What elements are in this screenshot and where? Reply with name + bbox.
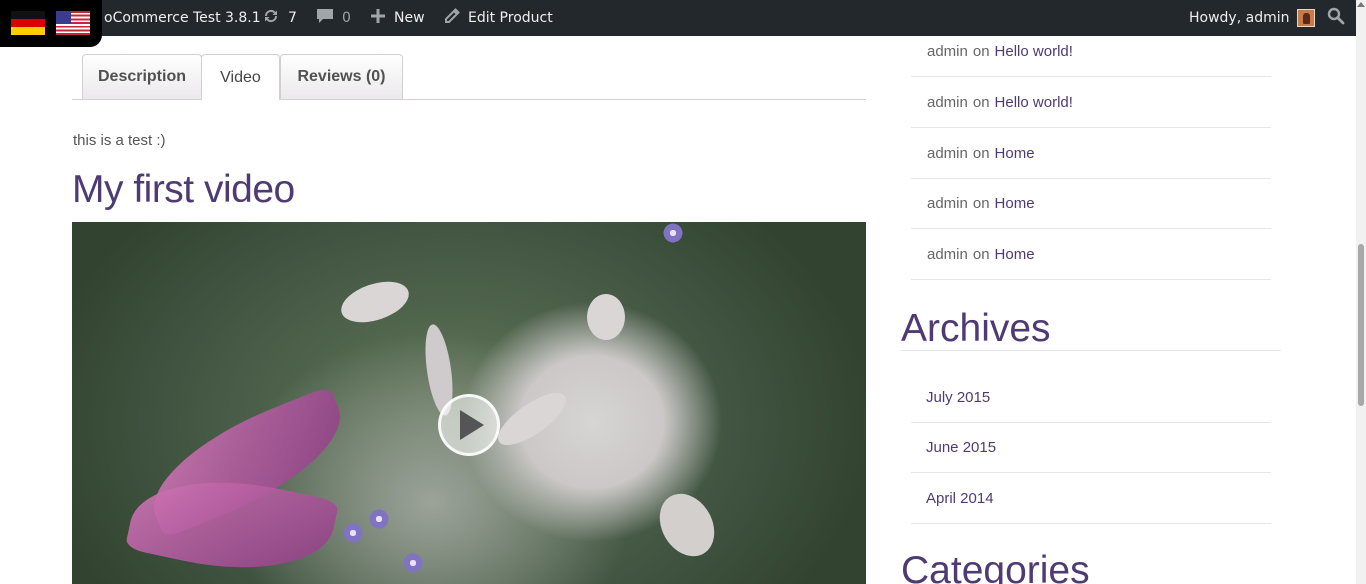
german-flag-icon[interactable] xyxy=(11,11,45,35)
new-content-link[interactable]: New xyxy=(370,0,425,36)
language-switcher xyxy=(0,0,102,47)
comment-author: admin xyxy=(927,42,968,60)
comment-post-link[interactable]: Hello world! xyxy=(995,94,1073,111)
comment-icon xyxy=(316,8,334,28)
archive-link-june-2015[interactable]: June 2015 xyxy=(911,422,1271,473)
archives-title: Archives xyxy=(901,307,1051,350)
new-label: New xyxy=(394,10,425,26)
archive-link-july-2015[interactable]: July 2015 xyxy=(911,372,1271,423)
us-flag-icon[interactable] xyxy=(56,11,90,35)
comment-on: on xyxy=(972,144,990,162)
comment-post-link[interactable]: Home xyxy=(995,246,1035,263)
video-player[interactable] xyxy=(72,222,866,584)
pencil-icon xyxy=(444,8,460,28)
comment-post-link[interactable]: Home xyxy=(995,145,1035,162)
categories-title: Categories xyxy=(901,549,1090,584)
video-title: My first video xyxy=(72,168,295,211)
list-item: admin on Hello world! xyxy=(911,26,1271,77)
comment-post-link[interactable]: Hello world! xyxy=(995,43,1073,60)
comment-on: on xyxy=(972,93,990,111)
tab-reviews-label: Reviews (0) xyxy=(297,68,386,85)
edit-product-link[interactable]: Edit Product xyxy=(444,0,553,36)
list-item: admin on Hello world! xyxy=(911,77,1271,128)
updates-link[interactable]: 7 xyxy=(262,0,297,36)
howdy-label: Howdy, admin xyxy=(1189,10,1290,26)
comment-on: on xyxy=(972,42,990,60)
comment-author: admin xyxy=(927,245,968,263)
avatar xyxy=(1297,9,1316,27)
comment-author: admin xyxy=(927,144,968,162)
list-item: admin on Home xyxy=(911,128,1271,179)
archive-link-april-2014[interactable]: April 2014 xyxy=(911,473,1271,524)
tab-reviews[interactable]: Reviews (0) xyxy=(280,54,403,99)
site-name-link[interactable]: oCommerce Test 3.8.1 xyxy=(104,0,261,36)
edit-product-label: Edit Product xyxy=(468,10,553,26)
list-item: admin on Home xyxy=(911,178,1271,229)
refresh-icon xyxy=(262,8,280,28)
comment-on: on xyxy=(972,245,990,263)
comment-author: admin xyxy=(927,93,968,111)
updates-count: 7 xyxy=(288,10,297,26)
tab-description-label: Description xyxy=(97,68,186,85)
tab-video[interactable]: Video xyxy=(201,54,280,100)
comment-post-link[interactable]: Home xyxy=(995,195,1035,212)
comments-link[interactable]: 0 xyxy=(316,0,351,36)
archives-title-divider xyxy=(901,350,1281,351)
tab-description[interactable]: Description xyxy=(82,54,202,99)
page-scrollbar[interactable] xyxy=(1356,0,1366,584)
list-item: admin on Home xyxy=(911,229,1271,280)
comment-author: admin xyxy=(927,194,968,212)
search-icon xyxy=(1327,7,1345,29)
scroll-up-arrow-icon[interactable] xyxy=(1357,2,1365,7)
play-icon xyxy=(460,410,484,440)
product-tabs: Description Video Reviews (0) xyxy=(72,54,866,100)
scrollbar-thumb[interactable] xyxy=(1358,244,1364,406)
tab-video-label: Video xyxy=(220,68,261,86)
comment-on: on xyxy=(972,194,990,212)
play-button[interactable] xyxy=(438,394,500,456)
admin-search-button[interactable] xyxy=(1327,0,1345,36)
tab-content-text: this is a test :) xyxy=(73,132,166,149)
comments-count: 0 xyxy=(342,10,351,26)
plus-icon xyxy=(370,8,386,28)
site-name: oCommerce Test 3.8.1 xyxy=(104,10,261,26)
